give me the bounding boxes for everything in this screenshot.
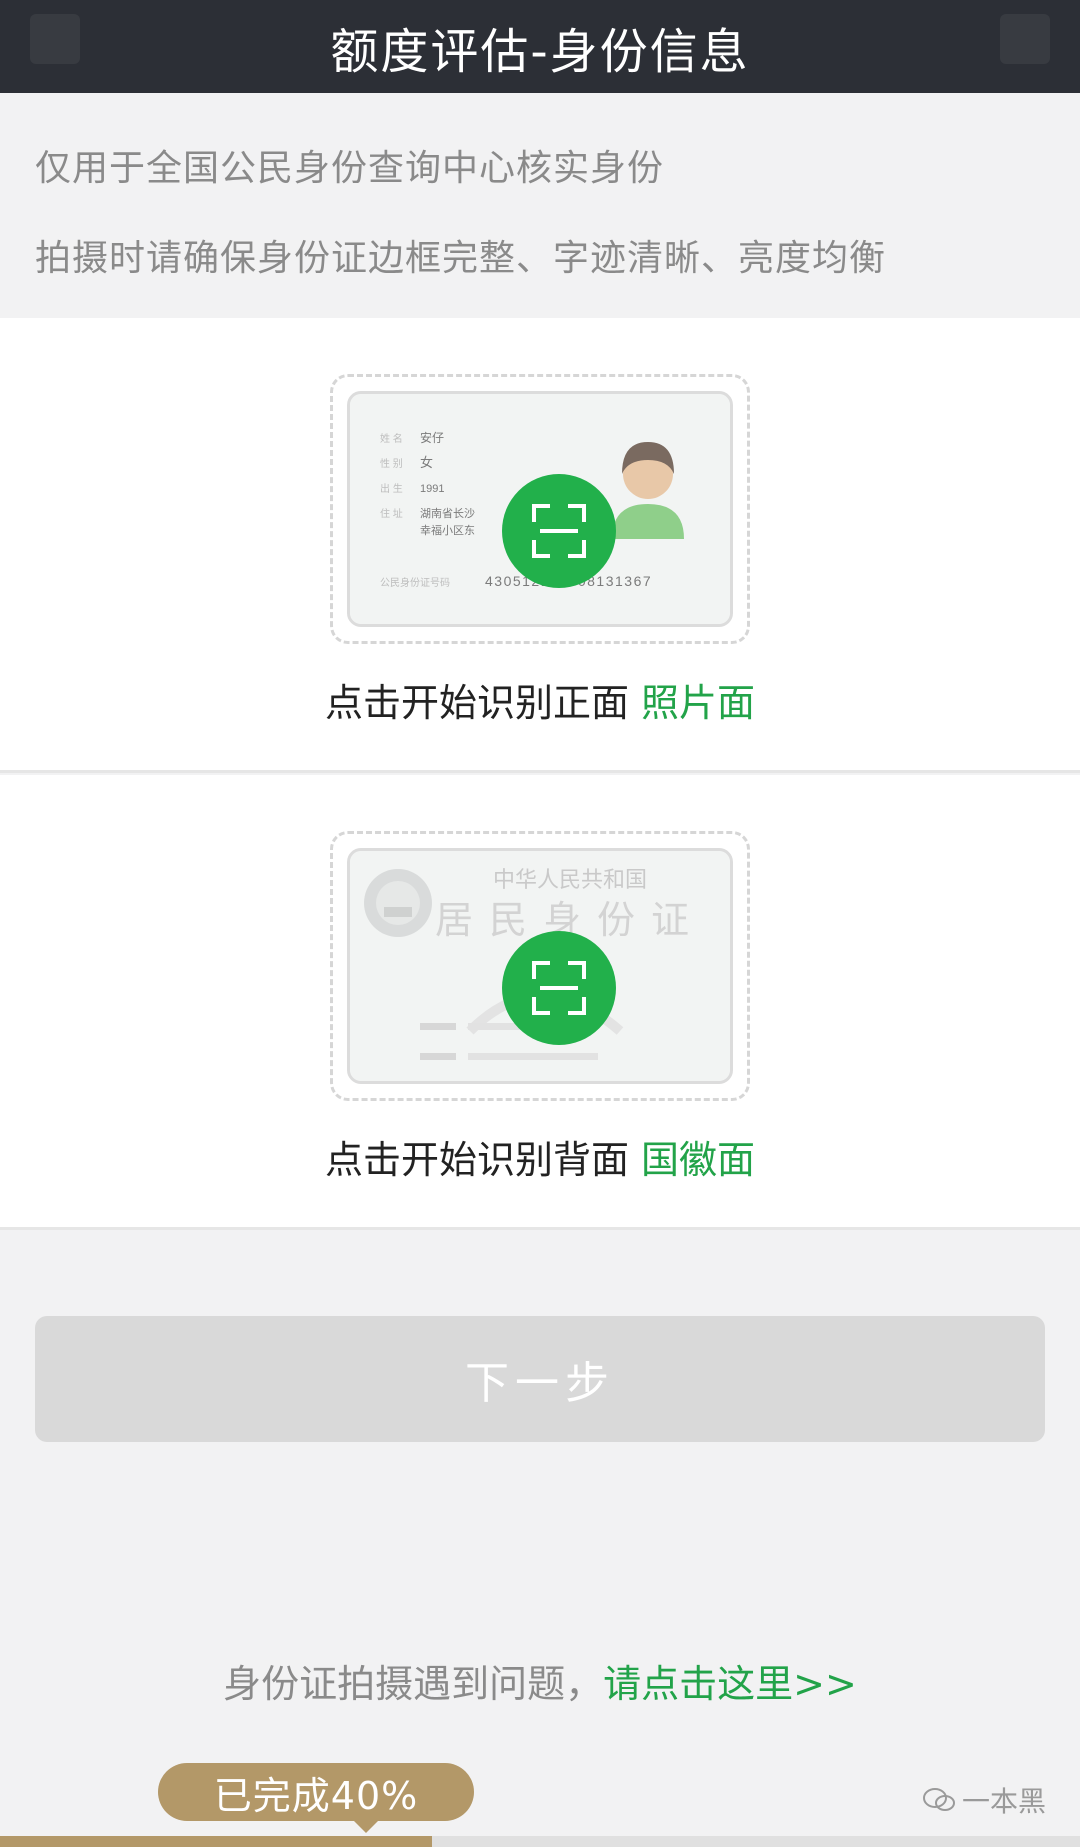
svg-text:性 别: 性 别 — [380, 457, 403, 470]
watermark-text: 一本黑 — [961, 1785, 1046, 1818]
help-link[interactable]: 请点击这里>> — [603, 1662, 857, 1706]
id-address-line2: 幸福小区东 — [420, 523, 475, 537]
id-back-section: 中华人民共和国 居民身份证 点击开始识别背面 国徽面 — [0, 775, 1080, 1230]
id-front-section: 姓 名 性 别 出 生 住 址 公民身份证号码 安仔 女 1991 湖南省长沙 … — [0, 318, 1080, 773]
notice-panel: 仅用于全国公民身份查询中心核实身份 拍摄时请确保身份证边框完整、字迹清晰、亮度均… — [0, 93, 1080, 318]
id-front-card-image: 姓 名 性 别 出 生 住 址 公民身份证号码 安仔 女 1991 湖南省长沙 … — [347, 391, 733, 627]
next-step-button[interactable]: 下一步 — [35, 1316, 1045, 1442]
back-icon[interactable] — [30, 14, 80, 64]
front-caption-text: 点击开始识别正面 — [324, 681, 629, 725]
svg-text:住 址: 住 址 — [380, 507, 403, 520]
page-title: 额度评估-身份信息 — [330, 23, 750, 80]
id-birth-value: 1991 — [420, 483, 444, 495]
id-name-value: 安仔 — [420, 430, 444, 445]
back-caption[interactable]: 点击开始识别背面 国徽面 — [0, 1129, 1080, 1184]
id-back-country: 中华人民共和国 — [493, 867, 647, 892]
watermark: 一本黑 — [922, 1780, 1046, 1820]
id-back-upload-frame[interactable]: 中华人民共和国 居民身份证 — [330, 831, 750, 1101]
back-caption-text: 点击开始识别背面 — [324, 1138, 629, 1182]
help-line: 身份证拍摄遇到问题，请点击这里>> — [0, 1653, 1080, 1708]
id-sex-value: 女 — [420, 455, 433, 470]
front-caption[interactable]: 点击开始识别正面 照片面 — [0, 672, 1080, 727]
progress-bar — [0, 1836, 1080, 1847]
top-nav-bar: 额度评估-身份信息 — [0, 0, 1080, 93]
scan-frame-icon — [532, 961, 586, 1015]
svg-text:公民身份证号码: 公民身份证号码 — [380, 576, 450, 589]
progress-badge: 已完成40% — [158, 1763, 474, 1833]
menu-icon[interactable] — [1000, 14, 1050, 64]
id-front-upload-frame[interactable]: 姓 名 性 别 出 生 住 址 公民身份证号码 安仔 女 1991 湖南省长沙 … — [330, 374, 750, 644]
scan-back-button[interactable] — [502, 931, 616, 1045]
id-address-line1: 湖南省长沙 — [420, 507, 475, 520]
notice-photo-tips-text: 拍摄时请确保身份证边框完整、字迹清晰、亮度均衡 — [35, 238, 887, 279]
back-caption-accent: 国徽面 — [641, 1138, 756, 1182]
svg-text:出 生: 出 生 — [380, 482, 403, 495]
notice-purpose-text: 仅用于全国公民身份查询中心核实身份 — [35, 148, 665, 189]
help-text: 身份证拍摄遇到问题， — [223, 1662, 604, 1706]
svg-text:姓 名: 姓 名 — [380, 432, 403, 445]
scan-front-button[interactable] — [502, 474, 616, 588]
scan-frame-icon — [532, 504, 586, 558]
id-back-card-image: 中华人民共和国 居民身份证 — [347, 848, 733, 1084]
progress-bar-fill — [0, 1836, 432, 1847]
wechat-icon — [922, 1788, 955, 1811]
national-emblem-icon — [364, 869, 432, 937]
front-caption-accent: 照片面 — [641, 681, 756, 725]
